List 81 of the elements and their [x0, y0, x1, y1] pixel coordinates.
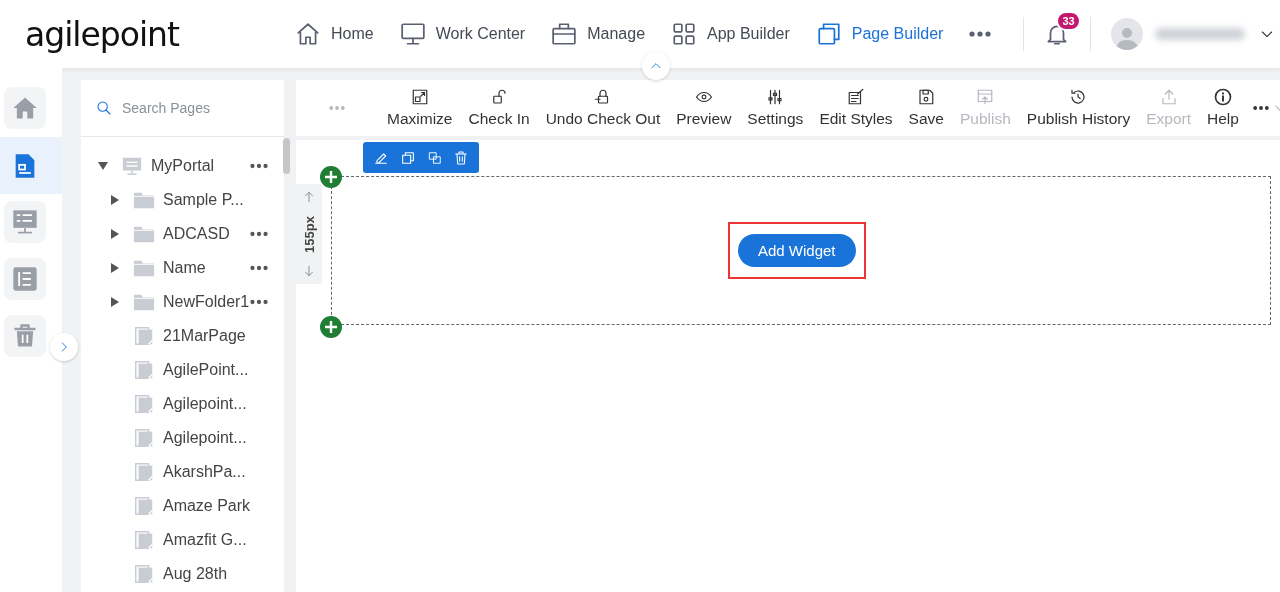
export-icon [1159, 88, 1178, 106]
toolbar-button[interactable]: Settings [739, 88, 812, 128]
rail-item[interactable] [0, 137, 62, 194]
nav-item[interactable]: Manage [551, 21, 646, 47]
history-icon [1069, 88, 1088, 106]
section-height-label: 155px [301, 215, 317, 253]
nav-item[interactable]: Work Center [399, 21, 526, 47]
trash-icon [453, 149, 470, 166]
monitor-icon [399, 21, 426, 47]
arrow-up-icon [302, 190, 316, 204]
toolbar-button[interactable]: Save [900, 88, 952, 128]
tree-item-label[interactable]: Amazfit G... [163, 531, 250, 549]
add-icon[interactable] [320, 166, 342, 188]
tree-item-label[interactable]: Sample P... [163, 191, 250, 209]
nav-item[interactable]: App Builder [671, 21, 790, 47]
notification-badge: 33 [1056, 11, 1081, 31]
tree-item-label[interactable]: Name [163, 259, 250, 277]
more-icon[interactable] [250, 231, 268, 237]
toolbar-button[interactable]: Check In [460, 88, 538, 128]
toolbar-button[interactable]: Undo Check Out [537, 88, 669, 128]
page-icon [133, 325, 155, 347]
page-icon [133, 427, 155, 449]
nav-item[interactable]: Home [295, 21, 374, 47]
expand-arrow-icon[interactable] [110, 229, 120, 239]
tree-item-label[interactable]: Aug 28th [163, 565, 250, 583]
nav-item[interactable]: Page Builder [815, 21, 944, 47]
publish-icon [976, 88, 995, 106]
page-icon [133, 461, 155, 483]
copy-icon [815, 21, 842, 47]
folder-icon [133, 258, 155, 278]
page-icon [133, 563, 155, 585]
briefcase-icon [551, 21, 578, 47]
page-icon [133, 359, 155, 381]
list-monitor-icon [11, 208, 39, 236]
tree-item-label[interactable]: 21MarPage [163, 327, 250, 345]
tree-item-label[interactable]: Agilepoint... [163, 429, 250, 447]
list-icon [11, 265, 39, 293]
expand-arrow-icon[interactable] [110, 195, 120, 205]
info-icon [1213, 88, 1232, 106]
copy-icon [400, 149, 417, 166]
monitor-icon [121, 155, 143, 177]
more-icon[interactable] [250, 265, 268, 271]
duplicate-icon [427, 150, 442, 165]
logo[interactable]: agilepoint [25, 14, 295, 54]
page-icon [133, 529, 155, 551]
tree-item-label[interactable]: ADCASD [163, 225, 250, 243]
edit-styles-icon [847, 88, 865, 106]
toolbar-button[interactable]: Help [1199, 88, 1247, 128]
page-icon [133, 393, 155, 415]
grid-icon [671, 21, 698, 47]
home-icon [295, 21, 321, 47]
expand-arrow-icon[interactable] [110, 263, 120, 273]
more-icon[interactable] [250, 299, 268, 305]
toolbar-button[interactable]: Publish History [1018, 88, 1139, 128]
toolbar-button[interactable]: Edit Styles [811, 88, 901, 128]
more-icon[interactable] [250, 163, 268, 169]
scrollbar[interactable] [283, 138, 290, 174]
page-icon [132, 495, 155, 517]
toolbar-button[interactable]: Preview [668, 88, 740, 128]
maximize-icon [410, 88, 429, 106]
tree-item-label[interactable]: MyPortal [151, 157, 250, 175]
tree-item-label[interactable]: Agilepoint... [163, 395, 250, 413]
unlock-icon [490, 88, 509, 106]
sliders-icon [766, 88, 785, 106]
arrow-down-icon [302, 264, 316, 278]
tree-item-label[interactable]: Amaze Park [162, 497, 251, 515]
folder-icon [133, 292, 155, 312]
tree-item-label[interactable]: AkarshPa... [163, 463, 250, 481]
more-icon[interactable] [969, 31, 992, 37]
tree-item-label[interactable]: AgilePoint... [163, 361, 250, 379]
folder-icon [133, 190, 155, 210]
expand-arrow-icon[interactable] [98, 161, 108, 171]
add-widget-button[interactable]: Add Widget [738, 234, 856, 267]
toolbar-button[interactable]: Maximize [379, 88, 461, 128]
add-icon[interactable] [320, 316, 342, 338]
folder-icon [133, 224, 155, 244]
save-icon [917, 88, 936, 106]
more-icon[interactable] [1252, 105, 1269, 111]
expand-arrow-icon[interactable] [110, 297, 120, 307]
search-icon [96, 100, 112, 116]
tree-item-label[interactable]: NewFolder1 [163, 293, 250, 311]
